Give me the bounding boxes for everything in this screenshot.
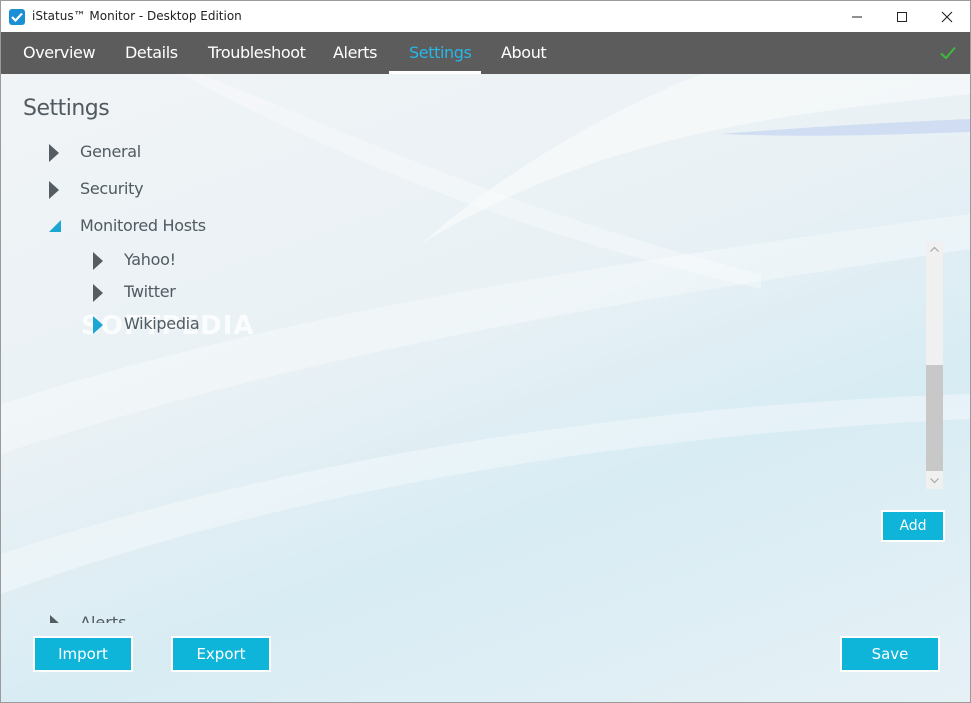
tab-alerts[interactable]: Alerts — [333, 32, 377, 74]
close-icon — [941, 11, 953, 23]
tab-details[interactable]: Details — [125, 32, 178, 74]
section-monitored-hosts-label: Monitored Hosts — [80, 216, 206, 235]
host-yahoo[interactable]: Yahoo! — [92, 248, 292, 272]
save-button[interactable]: Save — [840, 636, 940, 672]
app-logo-icon — [9, 9, 25, 25]
check-icon — [940, 46, 956, 60]
expand-arrow-icon — [93, 252, 103, 270]
expand-arrow-icon — [49, 144, 59, 162]
tab-settings[interactable]: Settings — [409, 32, 472, 74]
maximize-button[interactable] — [879, 1, 925, 32]
maximize-icon — [897, 12, 907, 22]
collapse-arrow-icon — [49, 220, 61, 232]
section-security[interactable]: Security — [48, 177, 248, 201]
hosts-scrollbar[interactable] — [926, 241, 943, 489]
minimize-icon — [852, 16, 862, 18]
tab-about[interactable]: About — [501, 32, 547, 74]
page-title: Settings — [23, 96, 110, 121]
section-general-label: General — [80, 142, 141, 161]
window-title: iStatus™ Monitor - Desktop Edition — [32, 9, 242, 23]
minimize-button[interactable] — [834, 1, 880, 32]
tab-overview[interactable]: Overview — [23, 32, 96, 74]
section-general[interactable]: General — [48, 140, 248, 164]
host-twitter[interactable]: Twitter — [92, 280, 292, 304]
scroll-up-icon[interactable] — [926, 241, 943, 258]
section-alerts-label: Alerts — [80, 613, 127, 623]
section-security-label: Security — [80, 179, 144, 198]
import-button[interactable]: Import — [33, 636, 133, 672]
background-waves — [1, 74, 970, 594]
host-wikipedia[interactable]: Wikipedia — [92, 312, 292, 336]
scrollbar-thumb[interactable] — [926, 365, 943, 471]
expand-arrow-icon — [50, 615, 59, 623]
scroll-down-icon[interactable] — [926, 472, 943, 489]
section-alerts[interactable]: Alerts — [49, 612, 169, 623]
add-host-button[interactable]: Add — [881, 510, 945, 542]
expand-arrow-icon — [49, 181, 59, 199]
expand-arrow-icon — [93, 316, 103, 334]
host-wikipedia-label: Wikipedia — [124, 314, 200, 333]
tab-troubleshoot[interactable]: Troubleshoot — [208, 32, 306, 74]
app-window: iStatus™ Monitor - Desktop Edition Overv… — [0, 0, 971, 703]
main-nav: Overview Details Troubleshoot Alerts Set… — [1, 32, 970, 74]
host-twitter-label: Twitter — [124, 282, 176, 301]
export-button[interactable]: Export — [171, 636, 271, 672]
title-bar[interactable]: iStatus™ Monitor - Desktop Edition — [1, 1, 970, 32]
host-yahoo-label: Yahoo! — [124, 250, 176, 269]
expand-arrow-icon — [93, 284, 103, 302]
close-button[interactable] — [924, 1, 970, 32]
section-monitored-hosts[interactable]: Monitored Hosts — [48, 214, 288, 238]
settings-panel: Settings General Security Monitored Host… — [1, 74, 970, 702]
